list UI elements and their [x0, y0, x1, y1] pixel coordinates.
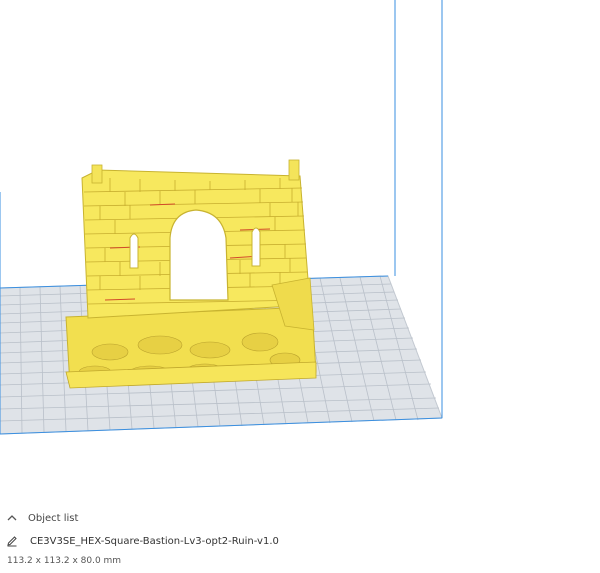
- model-right-pillar: [288, 159, 300, 181]
- build-volume-scene[interactable]: [0, 0, 600, 500]
- chevron-up-icon[interactable]: [6, 512, 18, 524]
- ruin-model[interactable]: [65, 159, 317, 389]
- object-list-title: Object list: [28, 512, 79, 524]
- object-list-header[interactable]: Object list: [6, 510, 78, 526]
- object-list-item[interactable]: CE3V3SE_HEX-Square-Bastion-Lv3-opt2-Ruin…: [6, 533, 279, 549]
- model-left-window: [129, 233, 139, 269]
- model-right-window: [251, 227, 261, 267]
- 3d-viewport[interactable]: [0, 0, 600, 500]
- object-dimensions: 113.2 x 113.2 x 80.0 mm: [7, 556, 122, 566]
- object-name: CE3V3SE_HEX-Square-Bastion-Lv3-opt2-Ruin…: [30, 535, 279, 547]
- model-left-pillar: [91, 164, 103, 184]
- model-arch-opening: [169, 209, 229, 301]
- pencil-icon[interactable]: [6, 535, 18, 547]
